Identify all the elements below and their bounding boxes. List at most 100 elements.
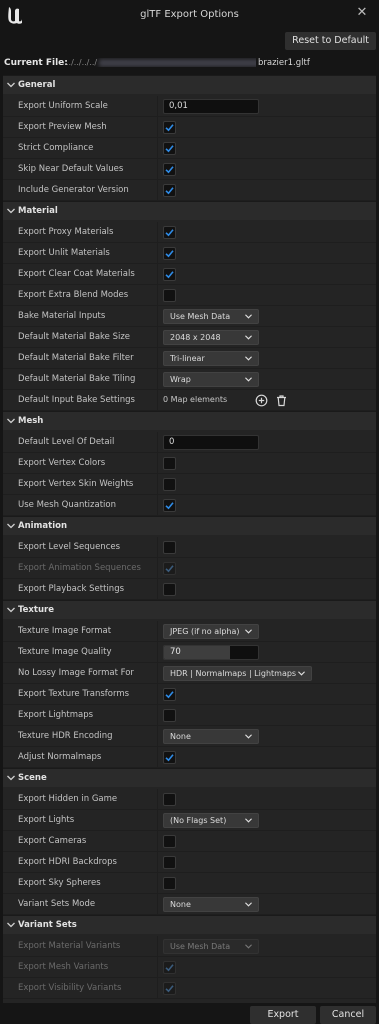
- dropdown-value: JPEG (if no alpha): [170, 627, 240, 636]
- no-lossy-image-format-for-dropdown[interactable]: HDR | Normalmaps | Lightmaps: [163, 666, 312, 681]
- export-lightmaps-checkbox[interactable]: [163, 709, 176, 722]
- export-hdri-backdrops-checkbox[interactable]: [163, 856, 176, 869]
- default-material-bake-tiling-dropdown[interactable]: Wrap: [163, 372, 259, 387]
- option-label: Export Animation Sequences: [18, 563, 141, 573]
- option-value: [157, 138, 376, 159]
- option-row-bake-material-inputs: Bake Material Inputs Use Mesh Data: [3, 306, 376, 327]
- export-unlit-materials-checkbox[interactable]: [163, 247, 176, 260]
- checkmark-icon: [165, 271, 174, 279]
- option-value: [157, 978, 376, 999]
- option-value: [157, 474, 376, 495]
- section-header-scene[interactable]: Scene: [3, 768, 376, 787]
- chevron-down-icon: [7, 922, 15, 928]
- texture-image-format-dropdown[interactable]: JPEG (if no alpha): [163, 624, 259, 639]
- option-value: Wrap: [157, 369, 376, 390]
- chevron-down-icon: [7, 418, 15, 424]
- option-value: [157, 789, 376, 810]
- option-value: JPEG (if no alpha): [157, 621, 376, 642]
- dropdown-value: None: [170, 900, 191, 909]
- export-vertex-colors-checkbox[interactable]: [163, 457, 176, 470]
- reset-to-default-button[interactable]: Reset to Default: [285, 32, 376, 50]
- section-header-material[interactable]: Material: [3, 201, 376, 220]
- option-row-export-hdri-backdrops: Export HDRI Backdrops: [3, 852, 376, 873]
- option-row-export-level-sequences: Export Level Sequences: [3, 537, 376, 558]
- add-circle-icon[interactable]: [255, 394, 268, 407]
- export-playback-settings-checkbox[interactable]: [163, 583, 176, 596]
- close-icon[interactable]: ✕: [355, 6, 369, 20]
- option-row-use-mesh-quantization: Use Mesh Quantization: [3, 495, 376, 516]
- option-label: Export Mesh Variants: [18, 962, 109, 972]
- option-value: [157, 579, 376, 600]
- chevron-down-icon: [245, 335, 252, 340]
- export-clear-coat-materials-checkbox[interactable]: [163, 268, 176, 281]
- option-value: [157, 222, 376, 243]
- export-sky-spheres-checkbox[interactable]: [163, 877, 176, 890]
- cancel-button[interactable]: Cancel: [320, 1006, 376, 1024]
- map-elements-count: 0 Map elements: [163, 395, 228, 404]
- option-row-export-proxy-materials: Export Proxy Materials: [3, 222, 376, 243]
- option-row-export-vertex-skin-weights: Export Vertex Skin Weights: [3, 474, 376, 495]
- include-generator-version-checkbox[interactable]: [163, 184, 176, 197]
- default-level-of-detail-field[interactable]: 0: [163, 435, 259, 450]
- option-label: Default Input Bake Settings: [18, 395, 135, 405]
- section-header-mesh[interactable]: Mesh: [3, 411, 376, 430]
- option-row-texture-hdr-encoding: Texture HDR Encoding None: [3, 726, 376, 747]
- chevron-down-icon: [245, 944, 252, 949]
- option-row-texture-image-quality: Texture Image Quality 70: [3, 642, 376, 663]
- section-header-animation[interactable]: Animation: [3, 516, 376, 535]
- chevron-down-icon: [245, 356, 252, 361]
- section-title: Variant Sets: [18, 920, 77, 930]
- strict-compliance-checkbox[interactable]: [163, 142, 176, 155]
- option-label: Texture Image Quality: [18, 647, 112, 657]
- chevron-down-icon: [245, 629, 252, 634]
- dialog-footer: Export Cancel: [0, 1006, 379, 1024]
- export-vertex-skin-weights-checkbox[interactable]: [163, 478, 176, 491]
- option-label: Export Vertex Skin Weights: [18, 479, 134, 489]
- variant-sets-mode-dropdown[interactable]: None: [163, 897, 259, 912]
- section-title: Mesh: [18, 416, 44, 426]
- option-label: Export Visibility Variants: [18, 983, 122, 993]
- current-file-name: brazier1.gltf: [258, 58, 310, 68]
- option-value: [157, 852, 376, 873]
- texture-hdr-encoding-dropdown[interactable]: None: [163, 729, 259, 744]
- export-cameras-checkbox[interactable]: [163, 835, 176, 848]
- option-value: 0 Map elements: [157, 390, 376, 411]
- texture-image-quality-slider[interactable]: 70: [163, 645, 259, 660]
- export-button[interactable]: Export: [250, 1006, 316, 1024]
- option-value: [157, 285, 376, 306]
- default-material-bake-size-dropdown[interactable]: 2048 x 2048: [163, 330, 259, 345]
- export-uniform-scale-field[interactable]: 0,01: [163, 99, 259, 114]
- option-row-default-level-of-detail: Default Level Of Detail 0: [3, 432, 376, 453]
- option-value: [157, 495, 376, 516]
- use-mesh-quantization-checkbox[interactable]: [163, 499, 176, 512]
- option-label: Variant Sets Mode: [18, 899, 96, 909]
- export-texture-transforms-checkbox[interactable]: [163, 688, 176, 701]
- bake-material-inputs-dropdown[interactable]: Use Mesh Data: [163, 309, 259, 324]
- section-header-general[interactable]: General: [3, 75, 376, 94]
- dropdown-value: (No Flags Set): [170, 816, 227, 825]
- export-hidden-in-game-checkbox[interactable]: [163, 793, 176, 806]
- adjust-normalmaps-checkbox[interactable]: [163, 751, 176, 764]
- option-value: Tri-linear: [157, 348, 376, 369]
- option-row-include-generator-version: Include Generator Version: [3, 180, 376, 201]
- option-label: Export Level Sequences: [18, 542, 121, 552]
- option-row-export-preview-mesh: Export Preview Mesh: [3, 117, 376, 138]
- skip-near-default-values-checkbox[interactable]: [163, 163, 176, 176]
- export-mesh-variants-checkbox: [163, 961, 176, 974]
- dropdown-value: Use Mesh Data: [170, 942, 231, 951]
- option-value: HDR | Normalmaps | Lightmaps: [157, 663, 376, 684]
- checkmark-icon: [165, 229, 174, 237]
- export-lights-dropdown[interactable]: (No Flags Set): [163, 813, 259, 828]
- export-extra-blend-modes-checkbox[interactable]: [163, 289, 176, 302]
- option-value: [157, 243, 376, 264]
- chevron-down-icon: [245, 377, 252, 382]
- trash-icon[interactable]: [275, 394, 288, 407]
- section-header-texture[interactable]: Texture: [3, 600, 376, 619]
- export-preview-mesh-checkbox[interactable]: [163, 121, 176, 134]
- export-level-sequences-checkbox[interactable]: [163, 541, 176, 554]
- option-label: Default Level Of Detail: [18, 437, 115, 447]
- section-header-variant-sets[interactable]: Variant Sets: [3, 915, 376, 934]
- export-proxy-materials-checkbox[interactable]: [163, 226, 176, 239]
- default-material-bake-filter-dropdown[interactable]: Tri-linear: [163, 351, 259, 366]
- option-row-export-hidden-in-game: Export Hidden in Game: [3, 789, 376, 810]
